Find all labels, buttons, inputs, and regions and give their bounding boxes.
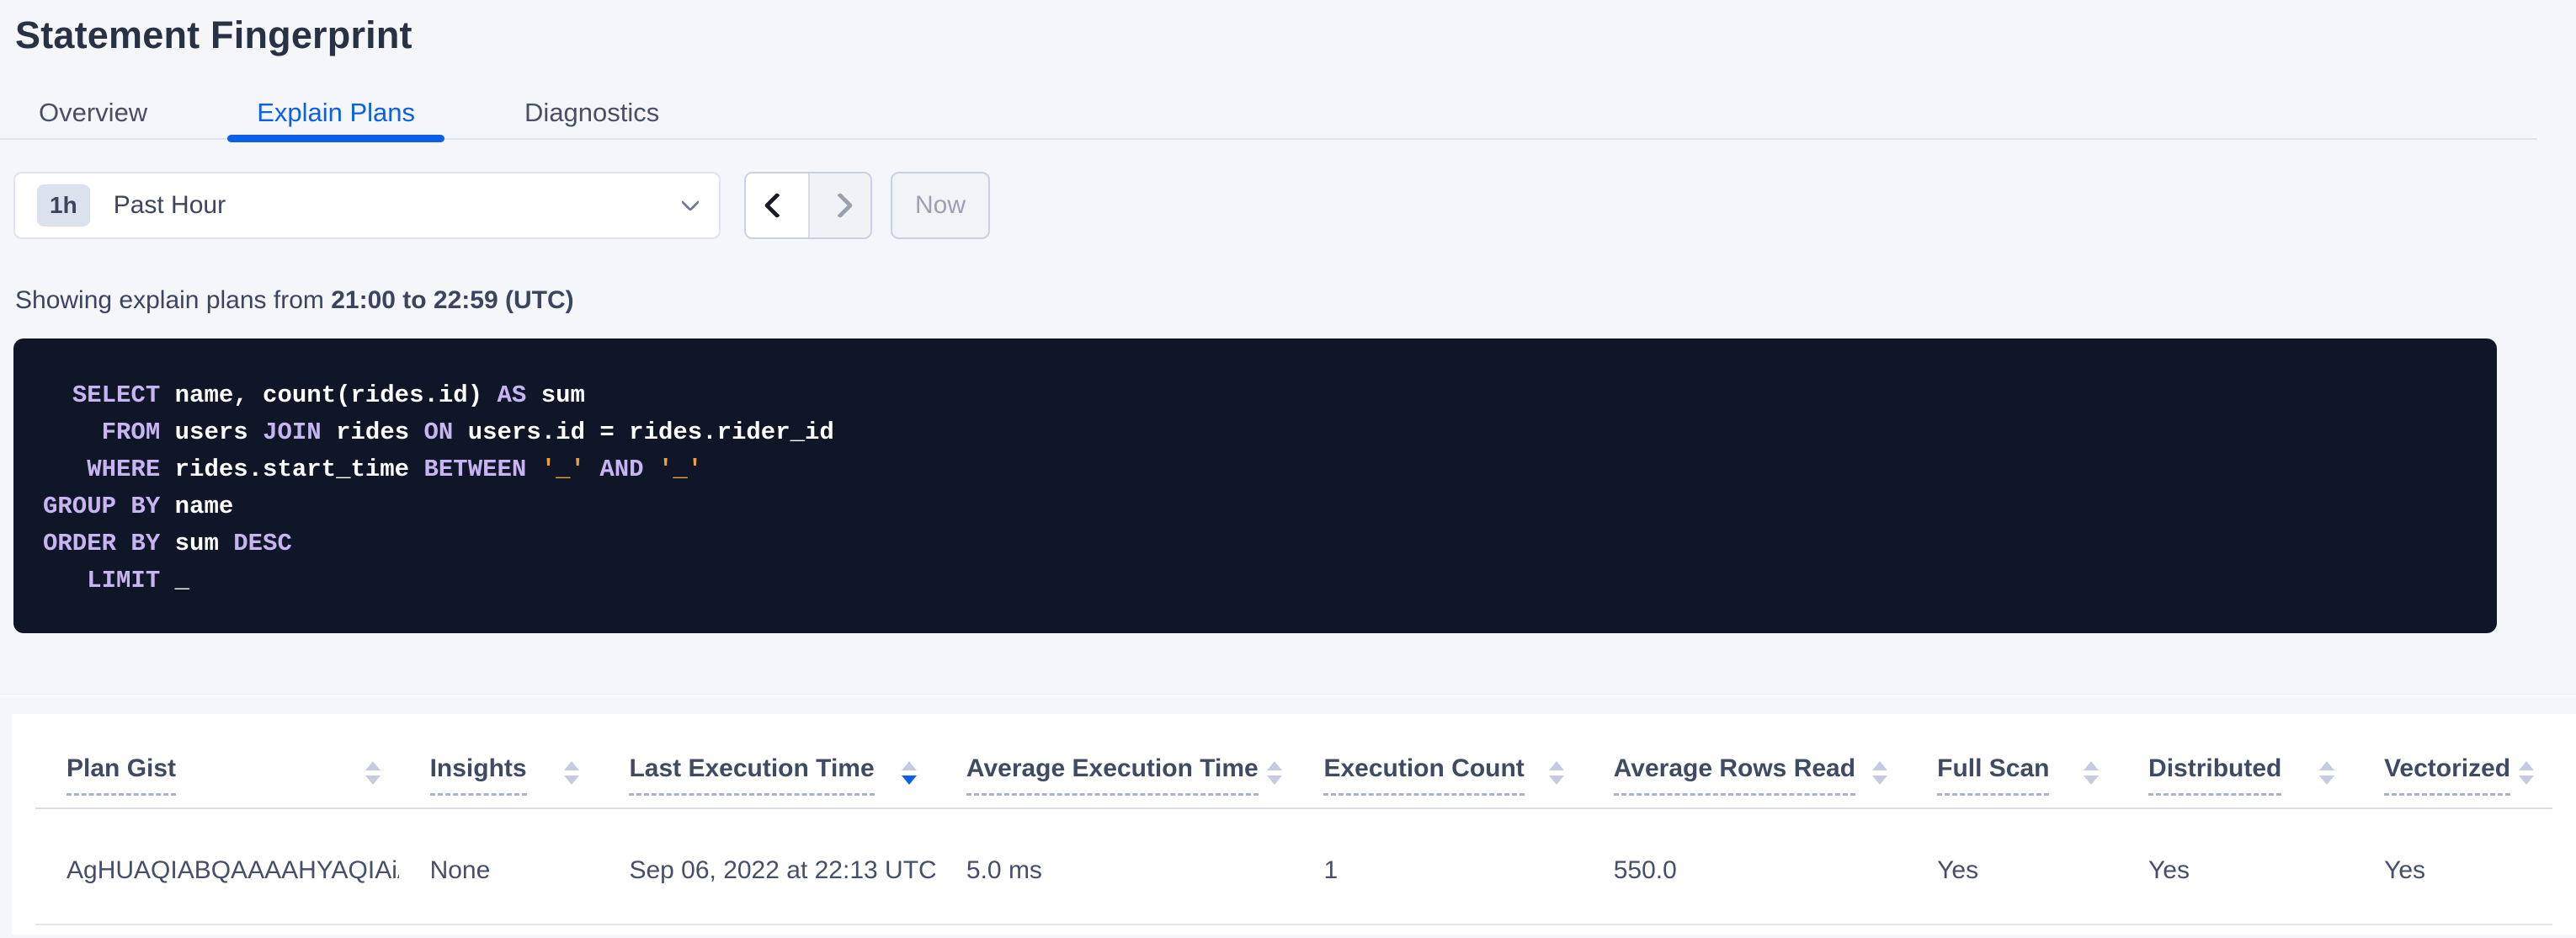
sql-statement-block: SELECT name, count(rides.id) AS sum FROM… [13, 338, 2497, 633]
now-button[interactable]: Now [891, 172, 990, 239]
column-header-average-execution-time[interactable]: Average Execution Time [966, 754, 1259, 796]
table-header-row: Plan Gist Insights Last Execution Time Aver… [35, 714, 2552, 808]
tabs-bar: Overview Explain Plans Diagnostics [0, 88, 2537, 140]
tab-explain-plans[interactable]: Explain Plans [227, 88, 444, 138]
table-cell: 5.0 ms [935, 808, 1293, 925]
table-cell: Sep 06, 2022 at 22:13 UTC [598, 808, 934, 925]
showing-plans-prefix: Showing explain plans from [15, 286, 331, 314]
showing-plans-text: Showing explain plans from 21:00 to 22:5… [15, 286, 2576, 315]
sort-arrows-icon[interactable] [2519, 761, 2534, 785]
table-cell: 550.0 [1583, 808, 1906, 925]
sort-arrows-icon[interactable] [1267, 761, 1282, 785]
page-title: Statement Fingerprint [15, 13, 2576, 57]
tab-diagnostics[interactable]: Diagnostics [495, 88, 689, 138]
sort-arrows-icon[interactable] [365, 761, 381, 785]
column-header-execution-count[interactable]: Execution Count [1323, 754, 1524, 796]
column-header-plan-gist[interactable]: Plan Gist [67, 754, 176, 796]
chevron-down-icon [684, 202, 697, 209]
table-cell: Yes [1906, 808, 2117, 925]
column-header-insights[interactable]: Insights [430, 754, 527, 796]
table-cell: 1 [1292, 808, 1582, 925]
sql-line: WHERE rides.start_time BETWEEN '_' AND '… [43, 451, 2472, 488]
column-header-vectorized[interactable]: Vectorized [2384, 754, 2510, 796]
sql-line: FROM users JOIN rides ON users.id = ride… [43, 414, 2472, 451]
table-cell: Yes [2353, 808, 2552, 925]
time-range-selected: Past Hour [114, 191, 226, 220]
explain-plans-table-card: Plan Gist Insights Last Execution Time Aver… [12, 714, 2576, 935]
table-cell: AgHUAQIABQAAAAHYAQIAiA... [35, 808, 399, 925]
tab-overview[interactable]: Overview [9, 88, 177, 138]
table-cell: Yes [2117, 808, 2353, 925]
table-row[interactable]: AgHUAQIABQAAAAHYAQIAiA...NoneSep 06, 202… [35, 808, 2552, 925]
sql-line: GROUP BY name [43, 488, 2472, 525]
time-range-badge: 1h [37, 184, 90, 227]
showing-plans-range: 21:00 to 22:59 (UTC) [331, 286, 573, 314]
column-header-full-scan[interactable]: Full Scan [1937, 754, 2049, 796]
section-divider [0, 694, 2576, 698]
sort-arrows-icon[interactable] [902, 761, 917, 785]
sort-arrows-icon[interactable] [2319, 761, 2334, 785]
sort-arrows-icon[interactable] [1872, 761, 1887, 785]
previous-interval-button[interactable] [746, 173, 808, 237]
table-cell: None [399, 808, 599, 925]
sql-line: SELECT name, count(rides.id) AS sum [43, 377, 2472, 414]
time-controls: 1h Past Hour Now [13, 172, 2576, 239]
sql-line: ORDER BY sum DESC [43, 525, 2472, 562]
time-nav-group [744, 172, 872, 239]
sort-arrows-icon[interactable] [564, 761, 579, 785]
column-header-average-rows-read[interactable]: Average Rows Read [1614, 754, 1855, 796]
chevron-left-icon [764, 192, 790, 218]
explain-plans-table: Plan Gist Insights Last Execution Time Aver… [35, 714, 2552, 925]
time-range-dropdown[interactable]: 1h Past Hour [13, 172, 721, 239]
sql-line: LIMIT _ [43, 562, 2472, 600]
column-header-last-execution-time[interactable]: Last Execution Time [629, 754, 874, 796]
next-interval-button[interactable] [808, 173, 870, 237]
column-header-distributed[interactable]: Distributed [2148, 754, 2281, 796]
sort-arrows-icon[interactable] [2084, 761, 2099, 785]
sort-arrows-icon[interactable] [1549, 761, 1564, 785]
chevron-right-icon [827, 192, 853, 218]
